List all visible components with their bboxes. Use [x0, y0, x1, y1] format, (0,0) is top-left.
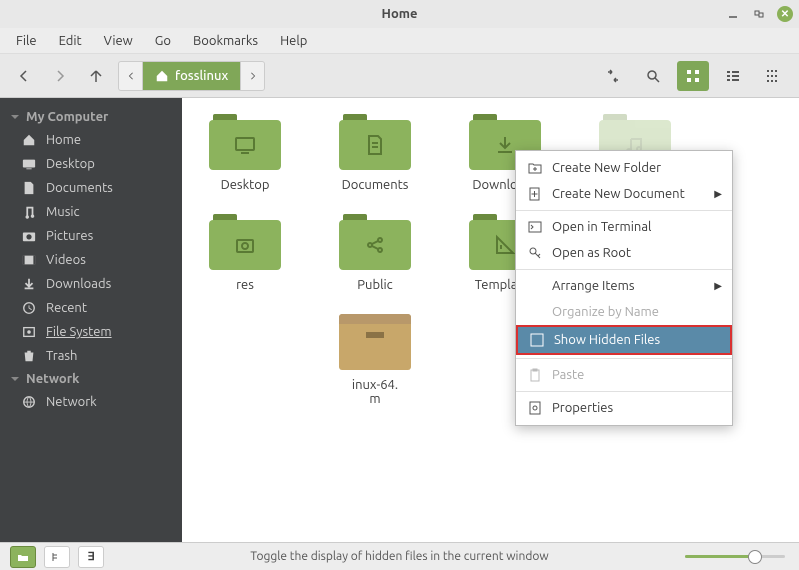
separator: [516, 358, 732, 359]
sb-places-button[interactable]: [10, 546, 36, 568]
sidebar-item-desktop[interactable]: Desktop: [0, 152, 182, 176]
sidebar-item-network[interactable]: Network: [0, 390, 182, 414]
breadcrumb: fosslinux: [118, 61, 265, 91]
folder-icon: [209, 214, 281, 270]
ctx-show-hidden[interactable]: Show Hidden Files: [518, 327, 730, 353]
chevron-down-icon: [10, 374, 20, 384]
list-view-button[interactable]: [717, 61, 749, 91]
downloads-icon: [22, 277, 36, 291]
sidebar: My Computer Home Desktop Documents Music…: [0, 98, 182, 542]
sidebar-item-filesystem[interactable]: File System: [0, 320, 182, 344]
menubar: File Edit View Go Bookmarks Help: [0, 28, 799, 54]
search-button[interactable]: [637, 61, 669, 91]
window-controls: ✕: [725, 6, 793, 22]
terminal-icon: [528, 220, 542, 234]
ctx-open-terminal[interactable]: Open in Terminal: [516, 214, 732, 240]
music-icon: [22, 205, 36, 219]
trash-icon: [22, 349, 36, 363]
ctx-open-root[interactable]: Open as Root: [516, 240, 732, 266]
archive-icon: [339, 314, 411, 370]
sidebar-header-label: Network: [26, 372, 79, 386]
sb-close-button[interactable]: ∃: [78, 546, 104, 568]
separator: [516, 269, 732, 270]
sidebar-item-videos[interactable]: Videos: [0, 248, 182, 272]
icon-view-button[interactable]: [677, 61, 709, 91]
menu-help[interactable]: Help: [270, 31, 317, 51]
archive-item[interactable]: inux-64. m: [330, 314, 420, 406]
filesystem-icon: [22, 325, 36, 339]
up-button[interactable]: [82, 62, 110, 90]
sidebar-item-music[interactable]: Music: [0, 200, 182, 224]
recent-icon: [22, 301, 36, 315]
highlight-box: Show Hidden Files: [516, 325, 732, 355]
paste-icon: [528, 368, 542, 382]
breadcrumb-prev[interactable]: [119, 62, 143, 90]
folder-pictures[interactable]: res: [200, 214, 290, 292]
folder-documents[interactable]: Documents: [330, 114, 420, 192]
home-icon: [22, 133, 36, 147]
sidebar-header-network[interactable]: Network: [0, 368, 182, 390]
videos-icon: [22, 253, 36, 267]
chevron-right-icon: ▶: [714, 188, 722, 200]
ctx-create-document[interactable]: Create New Document ▶: [516, 181, 732, 207]
folder-icon: [339, 114, 411, 170]
menu-edit[interactable]: Edit: [49, 31, 92, 51]
zoom-slider[interactable]: [685, 555, 785, 558]
titlebar: Home ✕: [0, 0, 799, 28]
toggle-location-button[interactable]: [597, 61, 629, 91]
sidebar-item-downloads[interactable]: Downloads: [0, 272, 182, 296]
sidebar-item-documents[interactable]: Documents: [0, 176, 182, 200]
breadcrumb-current[interactable]: fosslinux: [143, 62, 240, 90]
chevron-down-icon: [10, 112, 20, 122]
ctx-arrange[interactable]: Arrange Items ▶: [516, 273, 732, 299]
checkbox-icon: [530, 333, 544, 347]
separator: [516, 210, 732, 211]
menu-view[interactable]: View: [94, 31, 143, 51]
compact-view-button[interactable]: [757, 61, 789, 91]
sidebar-item-trash[interactable]: Trash: [0, 344, 182, 368]
breadcrumb-label: fosslinux: [175, 69, 228, 83]
folder-desktop[interactable]: Desktop: [200, 114, 290, 192]
back-button[interactable]: [10, 62, 38, 90]
sidebar-header-label: My Computer: [26, 110, 108, 124]
new-document-icon: [528, 187, 542, 201]
sidebar-item-pictures[interactable]: Pictures: [0, 224, 182, 248]
ctx-paste: Paste: [516, 362, 732, 388]
ctx-organize: Organize by Name: [516, 299, 732, 325]
forward-button[interactable]: [46, 62, 74, 90]
desktop-icon: [22, 157, 36, 171]
folder-icon: [339, 214, 411, 270]
close-button[interactable]: ✕: [777, 6, 793, 22]
breadcrumb-next[interactable]: [240, 62, 264, 90]
separator: [516, 391, 732, 392]
chevron-right-icon: ▶: [714, 280, 722, 292]
menu-file[interactable]: File: [6, 31, 47, 51]
context-menu: Create New Folder Create New Document ▶ …: [515, 150, 733, 426]
status-text: Toggle the display of hidden files in th…: [250, 550, 548, 563]
documents-icon: [22, 181, 36, 195]
properties-icon: [528, 401, 542, 415]
window-title: Home: [382, 7, 418, 21]
toolbar: fosslinux: [0, 54, 799, 98]
statusbar: ∃ Toggle the display of hidden files in …: [0, 542, 799, 570]
camera-icon: [22, 229, 36, 243]
new-folder-icon: [528, 161, 542, 175]
folder-icon: [209, 114, 281, 170]
maximize-button[interactable]: [751, 6, 767, 22]
key-icon: [528, 246, 542, 260]
home-icon: [155, 69, 169, 83]
folder-public[interactable]: Public: [330, 214, 420, 292]
sidebar-item-recent[interactable]: Recent: [0, 296, 182, 320]
sidebar-header-computer[interactable]: My Computer: [0, 106, 182, 128]
menu-bookmarks[interactable]: Bookmarks: [183, 31, 268, 51]
network-icon: [22, 395, 36, 409]
sidebar-item-home[interactable]: Home: [0, 128, 182, 152]
ctx-create-folder[interactable]: Create New Folder: [516, 155, 732, 181]
minimize-button[interactable]: [725, 6, 741, 22]
sb-tree-button[interactable]: [44, 546, 70, 568]
ctx-properties[interactable]: Properties: [516, 395, 732, 421]
menu-go[interactable]: Go: [145, 31, 181, 51]
